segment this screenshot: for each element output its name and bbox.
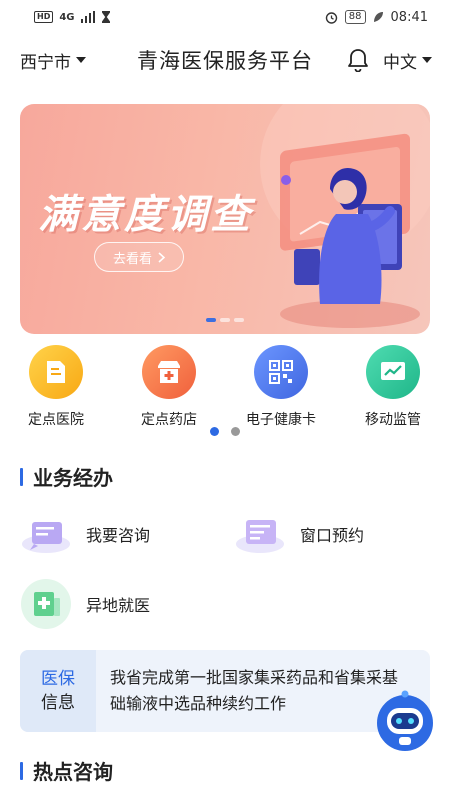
quick-item-label: 电子健康卡: [246, 412, 316, 428]
news-tag-line1: 医保: [41, 669, 75, 689]
remote-medical-icon: [21, 579, 71, 629]
promo-banner[interactable]: 满意度调查 去看看: [20, 104, 430, 334]
service-label: 我要咨询: [86, 526, 151, 545]
hot-section-title: 热点咨询: [20, 756, 113, 785]
pharmacy-icon: [142, 345, 196, 399]
clock-time: 08:41: [390, 9, 428, 25]
section-bar: [20, 467, 23, 486]
app-header: 西宁市 青海医保服务平台 中文: [0, 34, 450, 86]
hd-badge: HD: [34, 11, 54, 23]
section-title-text: 业务经办: [33, 466, 113, 490]
chart-icon: [366, 345, 420, 399]
status-left: HD 4G: [34, 11, 111, 23]
business-section-title: 业务经办: [20, 462, 113, 491]
news-tag-line2: 信息: [41, 693, 75, 713]
banner-pagination: [20, 318, 430, 322]
banner-dot[interactable]: [234, 318, 244, 322]
service-label: 窗口预约: [300, 526, 365, 545]
status-right: 88 08:41: [325, 10, 428, 25]
quick-item-label: 移动监管: [365, 412, 421, 428]
bell-icon[interactable]: [347, 48, 369, 72]
quick-item-label: 定点医院: [28, 412, 84, 428]
section-title-text: 热点咨询: [33, 760, 113, 784]
alarm-icon: [325, 11, 337, 24]
banner-cta-button[interactable]: 去看看: [94, 242, 184, 272]
banner-dot[interactable]: [220, 318, 230, 322]
chevron-down-icon: [76, 57, 86, 63]
news-card[interactable]: 医保 信息 我省完成第一批国家集采药品和省集采基础输液中选品种续约工作: [20, 650, 430, 732]
chevron-right-icon: [158, 251, 165, 263]
quick-menu-pagination: [0, 427, 450, 436]
language-selector[interactable]: 中文: [383, 48, 432, 73]
banner-dot[interactable]: [206, 318, 216, 322]
news-tag: 医保 信息: [20, 650, 96, 732]
page-dot[interactable]: [231, 427, 240, 436]
service-consult[interactable]: 我要咨询: [20, 514, 150, 554]
language-label: 中文: [383, 52, 417, 73]
leaf-icon: [373, 12, 383, 22]
service-appointment[interactable]: 窗口预约: [234, 514, 364, 554]
battery-indicator: 88: [344, 10, 366, 24]
signal-icon: [80, 11, 95, 23]
robot-assistant-icon[interactable]: [375, 690, 435, 752]
city-label: 西宁市: [20, 52, 71, 73]
service-remote-medical[interactable]: 异地就医: [20, 578, 150, 630]
network-label: 4G: [59, 11, 75, 23]
qr-card-icon: [254, 345, 308, 399]
chevron-down-icon: [422, 57, 432, 63]
service-label: 异地就医: [86, 596, 151, 615]
quick-item-health-card[interactable]: 电子健康卡: [231, 345, 331, 429]
appointment-icon: [236, 520, 284, 553]
banner-title: 满意度调查: [38, 192, 253, 238]
quick-item-pharmacy[interactable]: 定点药店: [119, 345, 219, 429]
banner-cta-label: 去看看: [112, 251, 152, 267]
quick-item-hospital[interactable]: 定点医院: [6, 345, 106, 429]
header-actions: 中文: [347, 48, 432, 73]
section-bar: [20, 761, 23, 780]
page-dot[interactable]: [210, 427, 219, 436]
hospital-icon: [29, 345, 83, 399]
quick-item-supervision[interactable]: 移动监管: [343, 345, 443, 429]
quick-item-label: 定点药店: [141, 412, 197, 428]
quick-menu: 定点医院 定点药店 电子健康卡 移动监管: [0, 345, 450, 428]
city-selector[interactable]: 西宁市: [20, 48, 86, 73]
status-bar: HD 4G 88 08:41: [0, 0, 450, 34]
consult-icon: [22, 522, 70, 553]
hourglass-icon: [101, 11, 110, 23]
